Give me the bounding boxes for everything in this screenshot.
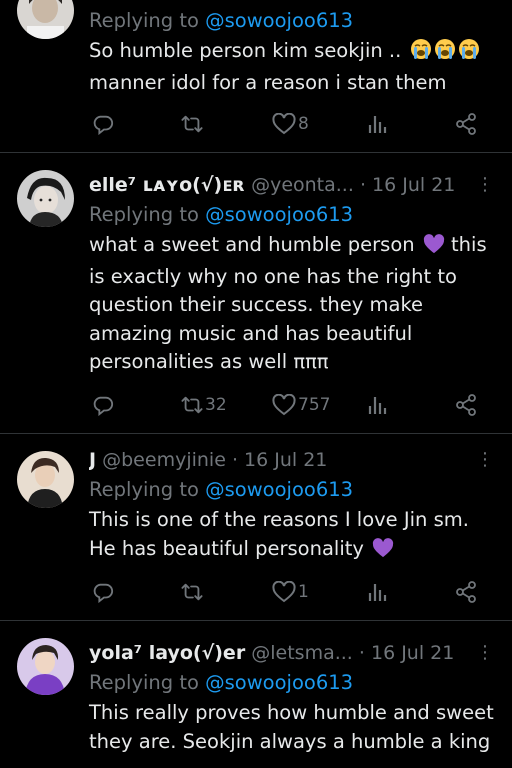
separator-dot: · [231, 449, 238, 471]
views-icon [366, 394, 388, 416]
reply-icon [92, 113, 114, 135]
like-button[interactable]: 1 [272, 578, 309, 606]
share-icon [455, 394, 477, 416]
reply-icon [92, 581, 114, 603]
like-icon [272, 581, 296, 603]
retweet-button[interactable] [181, 578, 203, 606]
share-icon [455, 581, 477, 603]
loudly-crying-face-icon [458, 38, 480, 69]
avatar[interactable] [17, 0, 74, 39]
share-button[interactable] [455, 391, 477, 419]
like-count: 757 [298, 395, 331, 415]
retweet-button[interactable] [181, 110, 203, 138]
reply-button[interactable] [92, 110, 114, 138]
replying-label: Replying to [89, 671, 199, 694]
like-button[interactable]: 757 [272, 391, 330, 419]
share-icon [455, 113, 477, 135]
like-icon [272, 394, 296, 416]
avatar[interactable] [17, 638, 74, 695]
replying-to: Replying to @sowoojoo613 [89, 668, 494, 698]
more-icon[interactable]: ⋮ [476, 445, 494, 475]
mention-link[interactable]: @sowoojoo613 [205, 9, 353, 32]
retweet-count: 32 [205, 395, 227, 415]
mention-link[interactable]: @sowoojoo613 [205, 203, 353, 226]
tweet-3[interactable]: J @beemyjinie · 16 Jul 21 ⋮ Replying to … [0, 434, 512, 620]
avatar[interactable] [17, 451, 74, 508]
purple-heart-icon [423, 234, 445, 263]
views-button[interactable] [366, 578, 388, 606]
views-icon [366, 113, 388, 135]
replying-to: Replying to @sowoojoo613 [89, 200, 494, 230]
retweet-button[interactable]: 32 [181, 391, 227, 419]
views-button[interactable] [366, 110, 388, 138]
tweet-actions: 1 [89, 578, 489, 606]
tweet-4[interactable]: yola⁷ layo(√)er @letsma... · 16 Jul 21 ⋮… [0, 621, 512, 768]
reply-button[interactable] [92, 391, 114, 419]
handle[interactable]: @beemyjinie [102, 449, 226, 471]
mention-link[interactable]: @sowoojoo613 [205, 671, 353, 694]
replying-to: Replying to @sowoojoo613 [89, 475, 494, 505]
like-count: 1 [298, 582, 309, 602]
replying-label: Replying to [89, 203, 199, 226]
tweet-date[interactable]: 16 Jul 21 [372, 174, 455, 196]
tweet-header: yola⁷ layo(√)er @letsma... · 16 Jul 21 ⋮ [89, 638, 494, 668]
loudly-crying-face-icon [410, 38, 432, 69]
tweet-date[interactable]: 16 Jul 21 [244, 449, 327, 471]
tweet-date[interactable]: 16 Jul 21 [371, 642, 454, 664]
tweet-text: what a sweet and humble person this is e… [89, 233, 487, 373]
handle[interactable]: @yeonta... [251, 174, 354, 196]
tweet-text: This really proves how humble and sweet … [89, 701, 494, 753]
tweet-2[interactable]: elle⁷ ʟᴀʏᴏ(√)ᴇʀ @yeonta... · 16 Jul 21 ⋮… [0, 153, 512, 433]
avatar[interactable] [17, 170, 74, 227]
tweet-text: This is one of the reasons I love Jin sm… [89, 506, 494, 566]
tweet-actions: 8 [89, 110, 489, 138]
like-icon [272, 113, 296, 135]
purple-heart-icon [372, 537, 394, 567]
separator-dot: · [358, 642, 365, 664]
views-icon [366, 581, 388, 603]
tweet-actions: 32 757 [89, 391, 489, 419]
retweet-icon [181, 394, 203, 416]
views-button[interactable] [366, 391, 388, 419]
reply-icon [92, 394, 114, 416]
replying-label: Replying to [89, 478, 199, 501]
more-icon[interactable]: ⋮ [476, 638, 494, 668]
share-button[interactable] [455, 110, 477, 138]
retweet-icon [181, 581, 203, 603]
like-count: 8 [298, 114, 309, 134]
more-icon[interactable]: ⋮ [476, 170, 494, 200]
tweet-text: So humble person kim seokjin .. manner i… [89, 37, 494, 97]
reply-button[interactable] [92, 578, 114, 606]
replying-to: Replying to @sowoojoo613 [89, 6, 494, 36]
tweet-header: elle⁷ ʟᴀʏᴏ(√)ᴇʀ @yeonta... · 16 Jul 21 ⋮ [89, 170, 494, 200]
replying-label: Replying to [89, 9, 199, 32]
mention-link[interactable]: @sowoojoo613 [205, 478, 353, 501]
like-button[interactable]: 8 [272, 110, 309, 138]
display-name[interactable]: elle⁷ ʟᴀʏᴏ(√)ᴇʀ [89, 174, 245, 196]
share-button[interactable] [455, 578, 477, 606]
loudly-crying-face-icon [434, 38, 456, 69]
separator-dot: · [359, 174, 366, 196]
tweet-header: J @beemyjinie · 16 Jul 21 ⋮ [89, 445, 494, 475]
tweet-1[interactable]: Replying to @sowoojoo613 So humble perso… [0, 0, 512, 152]
display-name[interactable]: J [89, 449, 96, 471]
handle[interactable]: @letsma... [251, 642, 353, 664]
retweet-icon [181, 113, 203, 135]
display-name[interactable]: yola⁷ layo(√)er [89, 642, 245, 664]
